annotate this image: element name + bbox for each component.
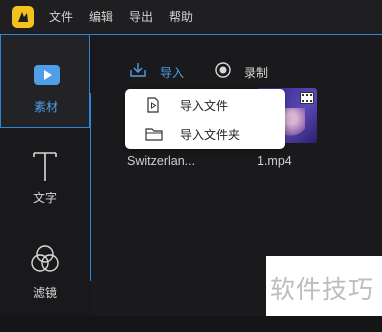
media-icon [34, 65, 60, 90]
sidebar-item-filter[interactable]: 滤镜 [0, 240, 90, 332]
sidebar-item-label: 素材 [33, 100, 58, 114]
sidebar-item-media[interactable]: 素材 [0, 35, 92, 128]
folder-icon [145, 127, 163, 146]
menu-item-import-folder[interactable]: 导入文件夹 [125, 120, 285, 148]
sidebar-item-label: 文字 [32, 191, 57, 205]
menu-export[interactable]: 导出 [129, 10, 153, 24]
import-button[interactable]: 导入 [128, 62, 184, 82]
import-icon [128, 61, 148, 84]
app-logo-icon [12, 6, 34, 28]
media-item-name[interactable]: Switzerlan... [127, 154, 195, 168]
menu-bar: 文件 编辑 导出 帮助 [0, 0, 382, 34]
record-icon [214, 61, 232, 84]
media-item-name[interactable]: 1.mp4 [257, 154, 292, 168]
text-icon [31, 147, 59, 188]
watermark: 软件技巧 [266, 256, 382, 316]
sidebar-item-text[interactable]: 文字 [0, 147, 90, 239]
watermark-text: 软件技巧 [270, 275, 375, 304]
menu-help[interactable]: 帮助 [169, 10, 193, 24]
import-dropdown-menu: 导入文件 导入文件夹 [125, 89, 285, 149]
video-film-icon [300, 91, 314, 109]
record-button[interactable]: 录制 [214, 61, 269, 84]
sidebar: 素材 文字 滤镜 [0, 35, 92, 316]
menu-item-import-file[interactable]: 导入文件 [125, 91, 285, 119]
record-label: 录制 [244, 65, 269, 80]
menu-item-label: 导入文件夹 [180, 127, 241, 142]
file-video-icon [145, 97, 161, 118]
menu-file[interactable]: 文件 [49, 10, 73, 24]
menu-edit[interactable]: 编辑 [89, 10, 113, 24]
menu-item-label: 导入文件 [180, 98, 229, 113]
filter-icon [31, 244, 59, 279]
sidebar-item-label: 滤镜 [32, 286, 57, 300]
import-label: 导入 [160, 65, 185, 80]
